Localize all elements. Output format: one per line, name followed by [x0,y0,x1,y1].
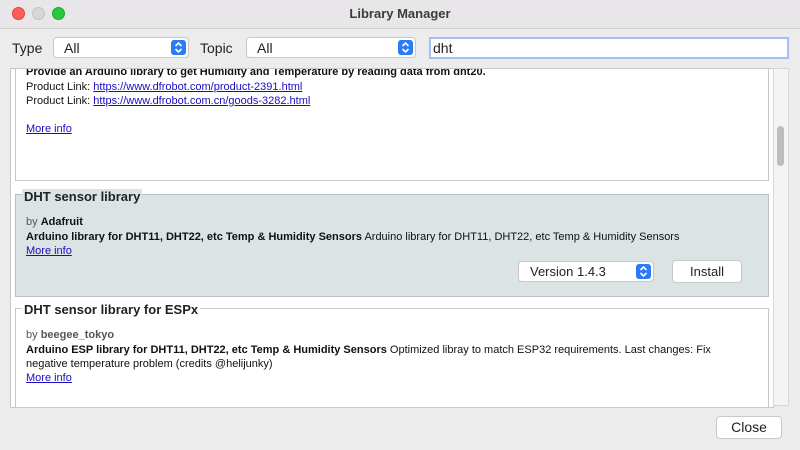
version-select[interactable]: Version 1.4.3 [518,261,654,282]
version-select-value: Version 1.4.3 [530,264,606,279]
more-info-link[interactable]: More info [26,372,72,384]
library-sentence: Arduino library for DHT11, DHT22, etc Te… [26,231,362,243]
search-input[interactable] [433,39,773,57]
library-paragraph: Optimized libray to match ESP32 requirem… [389,344,711,356]
title-bar: Library Manager [0,0,800,29]
by-prefix: by [26,216,38,228]
library-description: Provide an Arduino library to get Humidi… [26,68,486,78]
product-link-label: Product Link: [26,95,91,107]
library-sentence: Arduino ESP library for DHT11, DHT22, et… [26,344,387,356]
updown-chevron-icon [171,40,186,55]
topic-select[interactable]: All [246,37,416,58]
library-card[interactable]: Provide an Arduino library to get Humidi… [15,68,769,181]
topic-label: Topic [200,40,233,56]
install-button[interactable]: Install [672,260,742,283]
library-paragraph: Arduino library for DHT11, DHT22, etc Te… [364,231,680,243]
library-name: DHT sensor library for ESPx [22,302,201,317]
close-button[interactable]: Close [716,416,782,439]
library-paragraph-cont: negative temperature problem (credits @h… [26,358,273,370]
type-label: Type [12,40,43,56]
updown-chevron-icon [636,264,651,279]
search-box[interactable] [429,37,789,59]
library-card-selected[interactable]: DHT sensor library by Adafruit Arduino l… [15,189,769,297]
library-list: Provide an Arduino library to get Humidi… [10,68,774,408]
by-prefix: by [26,329,38,341]
library-author: Adafruit [40,216,83,228]
type-select[interactable]: All [53,37,189,58]
product-link[interactable]: https://www.dfrobot.com/product-2391.htm… [93,81,302,93]
library-name: DHT sensor library [22,189,143,204]
library-author: beegee_tokyo [40,329,115,341]
scrollbar-track[interactable] [773,68,789,406]
product-link[interactable]: https://www.dfrobot.com.cn/goods-3282.ht… [93,95,310,107]
window-title: Library Manager [349,6,451,21]
updown-chevron-icon [398,40,413,55]
more-info-link[interactable]: More info [26,245,72,257]
more-info-link[interactable]: More info [26,123,72,135]
topic-select-value: All [257,40,273,56]
product-link-label: Product Link: [26,81,91,93]
library-card[interactable]: DHT sensor library for ESPx by beegee_to… [15,302,769,407]
type-select-value: All [64,40,80,56]
scrollbar-thumb[interactable] [777,126,784,166]
